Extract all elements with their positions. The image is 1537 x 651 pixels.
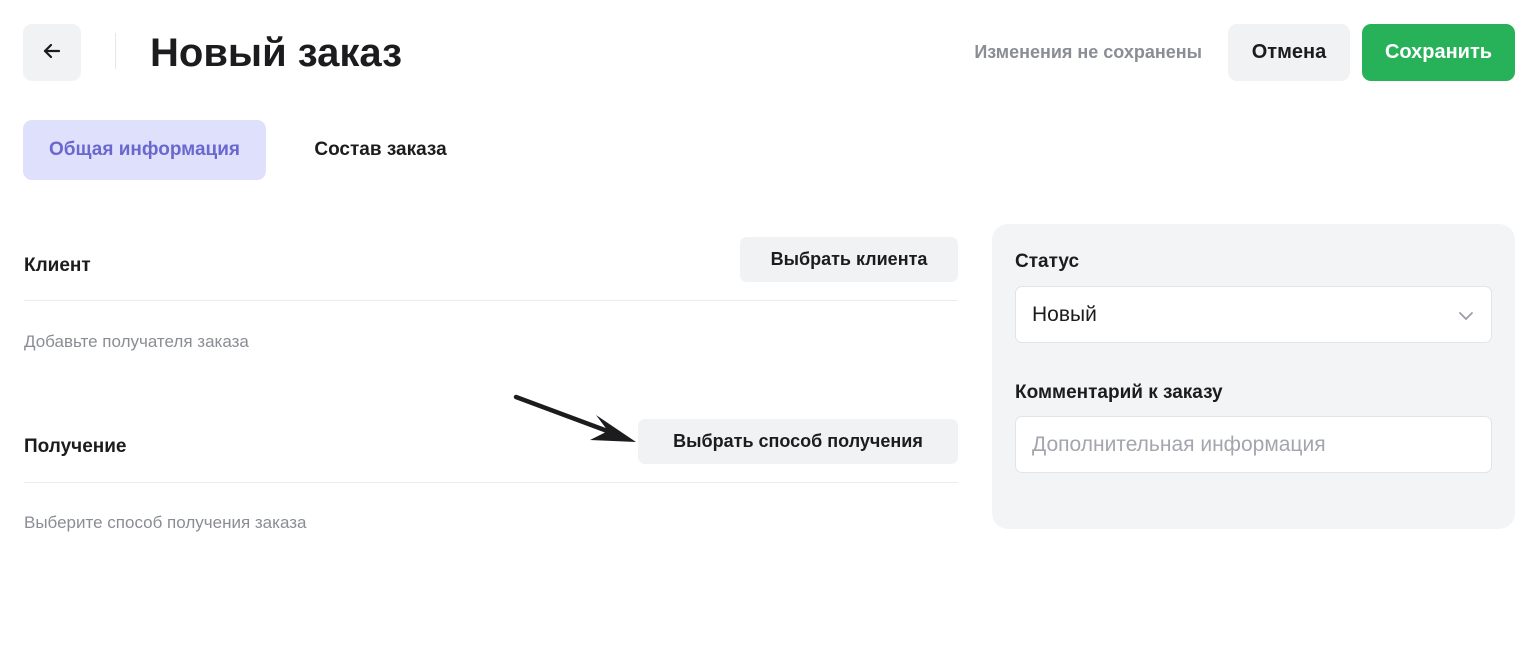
unsaved-status: Изменения не сохранены [974, 42, 1202, 62]
status-select-value: Новый [1032, 302, 1097, 326]
status-label: Статус [1015, 251, 1080, 272]
comment-label: Комментарий к заказу [1015, 382, 1223, 403]
save-button[interactable]: Сохранить [1362, 24, 1515, 81]
comment-input[interactable] [1015, 416, 1492, 473]
tab-general-info[interactable]: Общая информация [23, 120, 266, 180]
status-select[interactable]: Новый [1015, 286, 1492, 343]
tab-order-items[interactable]: Состав заказа [288, 120, 473, 180]
arrow-left-icon [42, 41, 62, 64]
delivery-divider [24, 482, 958, 483]
back-button[interactable] [23, 24, 81, 81]
delivery-section-title: Получение [24, 436, 127, 457]
select-client-button[interactable]: Выбрать клиента [740, 237, 958, 282]
order-side-panel: Статус Новый Комментарий к заказу [992, 224, 1515, 529]
client-divider [24, 300, 958, 301]
client-section-title: Клиент [24, 255, 91, 276]
new-order-page: Новый заказ Изменения не сохранены Отмен… [0, 0, 1537, 651]
client-hint: Добавьте получателя заказа [24, 332, 249, 351]
header-divider [115, 33, 116, 69]
delivery-hint: Выберите способ получения заказа [24, 513, 307, 532]
page-title: Новый заказ [150, 31, 403, 75]
select-delivery-method-button[interactable]: Выбрать способ получения [638, 419, 958, 464]
pointer-arrow-icon [513, 394, 636, 442]
chevron-down-icon [1459, 312, 1473, 320]
cancel-button[interactable]: Отмена [1228, 24, 1350, 81]
